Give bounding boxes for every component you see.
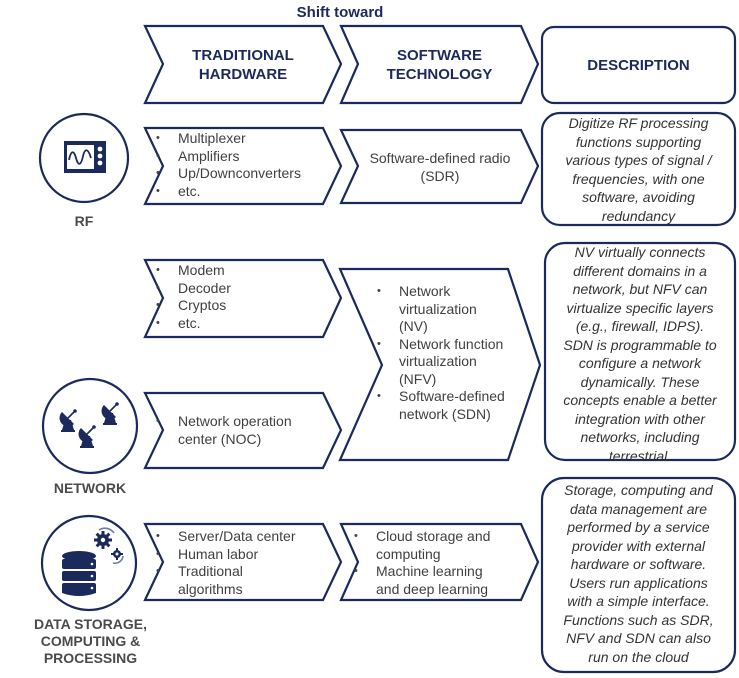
header-software-line-2: TECHNOLOGY xyxy=(386,66,493,83)
data-description: Storage, computing and data management a… xyxy=(545,481,732,666)
description-line: frequencies, with one xyxy=(572,170,705,187)
description-line: data management are xyxy=(570,500,707,517)
header-hardware-line-2: HARDWARE xyxy=(198,66,288,83)
network-description: NV virtually connects different domains … xyxy=(547,243,733,465)
data-software-list: Cloud storage and computing Machine lear… xyxy=(350,528,520,598)
rf-software-line-2: (SDR) xyxy=(420,168,460,184)
list-item: Multiplexer xyxy=(152,130,332,148)
header-description: DESCRIPTION xyxy=(587,57,690,74)
description-line: software, avoiding xyxy=(582,189,695,205)
description-line: (e.g., firewall, IDPS). xyxy=(575,318,705,334)
data-hardware-list: Server/Data center Human labor Tradition… xyxy=(152,528,327,598)
description-line: performed by a service xyxy=(567,519,710,535)
header-software-technology: SOFTWARE TECHNOLOGY xyxy=(358,46,521,84)
description-line: SDN is programmable to xyxy=(563,336,717,353)
shift-toward-label: Shift toward xyxy=(296,4,384,21)
description-line: Functions such as SDR, xyxy=(563,611,714,628)
description-line: NFV and SDN can also xyxy=(566,630,711,646)
list-item: Traditional algorithms xyxy=(152,563,268,598)
rf-description: Digitize RF processing functions support… xyxy=(545,114,732,225)
list-item: Cryptos xyxy=(152,297,332,315)
data-storage-label: DATA STORAGE, COMPUTING & PROCESSING xyxy=(8,616,173,667)
list-item: Up/Downconverters xyxy=(152,165,332,183)
list-item: Server/Data center xyxy=(152,528,327,546)
rf-hardware-list: Multiplexer Amplifiers Up/Downconverters… xyxy=(152,130,332,200)
data-label-line-2: COMPUTING & xyxy=(40,633,141,649)
description-line: provider with external xyxy=(571,537,706,554)
list-item: Network virtualization (NV) xyxy=(373,283,477,336)
list-item: Network operation center (NOC) xyxy=(152,413,302,448)
description-line: concepts enable a better xyxy=(563,392,717,408)
description-line: integration with other xyxy=(575,410,705,427)
description-line: Storage, computing and xyxy=(564,482,713,498)
description-line: Digitize RF processing xyxy=(568,115,709,131)
description-line: dynamically. These xyxy=(580,373,700,390)
header-hardware-line-1: TRADITIONAL xyxy=(192,47,294,64)
data-label-line-1: DATA STORAGE, xyxy=(33,616,148,632)
list-item: Modem xyxy=(152,262,332,280)
signal-monitor-icon xyxy=(64,141,106,173)
rf-software-line-1: Software-defined radio xyxy=(369,150,511,166)
list-item: Network function virtualization (NFV) xyxy=(373,336,507,389)
description-line: hardware or software. xyxy=(570,556,707,572)
list-item: Machine learning and deep learning xyxy=(350,563,506,598)
description-line: functions supporting xyxy=(575,133,702,150)
list-item: Software-defined network (SDN) xyxy=(373,388,517,423)
list-item: Decoder xyxy=(152,280,332,298)
network-label: NETWORK xyxy=(53,480,127,496)
list-item: etc. xyxy=(152,183,332,201)
header-software-line-1: SOFTWARE xyxy=(397,47,482,64)
network-hardware-list-a: Modem Decoder Cryptos etc. xyxy=(152,262,332,332)
description-line: various types of signal / xyxy=(565,152,712,168)
list-item: Human labor xyxy=(152,546,327,564)
description-line: Users run applications xyxy=(569,574,708,591)
description-line: redundancy xyxy=(601,207,676,224)
network-icon-circle xyxy=(41,377,139,475)
description-line: virtualize specific layers xyxy=(566,299,714,316)
description-line: networks, including xyxy=(580,429,700,445)
network-software-list: Network virtualization (NV) Network func… xyxy=(373,283,523,423)
description-line: terrestrial. xyxy=(608,447,672,464)
list-item: etc. xyxy=(152,315,332,333)
description-line: with a simple interface. xyxy=(567,593,710,609)
rf-label: RF xyxy=(74,213,94,229)
rf-software-text: Software-defined radio (SDR) xyxy=(355,149,525,185)
description-line: configure a network xyxy=(578,355,702,371)
list-item: Amplifiers xyxy=(152,148,332,166)
description-line: network, but NFV can xyxy=(572,281,708,297)
list-item: Cloud storage and computing xyxy=(350,528,511,563)
header-traditional-hardware: TRADITIONAL HARDWARE xyxy=(163,46,323,84)
data-label-line-3: PROCESSING xyxy=(43,650,138,666)
network-hardware-list-b: Network operation center (NOC) xyxy=(152,413,302,448)
description-line: run on the cloud xyxy=(588,648,689,665)
description-line: NV virtually connects xyxy=(574,244,706,260)
description-line: different domains in a xyxy=(573,262,707,279)
